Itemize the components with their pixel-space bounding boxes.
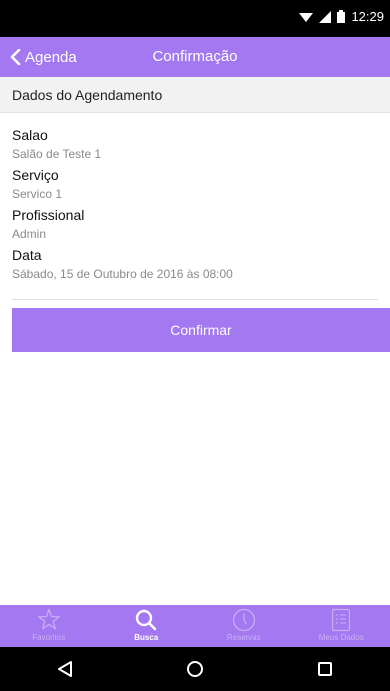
- chevron-left-icon: [10, 49, 21, 65]
- date-value: Sábado, 15 de Outubro de 2016 às 08:00: [12, 267, 233, 281]
- service-label: Serviço: [12, 167, 59, 183]
- square-recents-icon: [318, 662, 332, 676]
- salon-value: Salão de Teste 1: [12, 147, 102, 161]
- battery-icon: [337, 10, 346, 23]
- tab-bar: Favoritos Busca Reservas Meus Dados: [0, 605, 390, 647]
- tab-favoritos[interactable]: Favoritos: [0, 605, 98, 647]
- confirm-button[interactable]: Confirmar: [12, 308, 390, 352]
- app-screen: 12:29 Agenda Confirmação Dados do Agenda…: [0, 0, 390, 691]
- triangle-back-icon: [58, 661, 72, 677]
- circle-home-icon: [187, 661, 203, 677]
- service-value: Servico 1: [12, 187, 63, 201]
- date-label: Data: [12, 247, 42, 263]
- status-bar: 12:29: [0, 0, 390, 37]
- android-nav-bar: [0, 647, 390, 691]
- clock-icon: [232, 608, 255, 632]
- nav-header: Agenda Confirmação: [0, 37, 390, 77]
- professional-value: Admin: [12, 227, 47, 241]
- professional-label: Profissional: [12, 207, 85, 223]
- back-button[interactable]: Agenda: [10, 37, 77, 77]
- tab-label-favoritos: Favoritos: [32, 633, 66, 642]
- tab-reservas[interactable]: Reservas: [195, 605, 293, 647]
- tab-label-busca: Busca: [134, 633, 159, 642]
- tab-meus-dados[interactable]: Meus Dados: [293, 605, 390, 647]
- wifi-icon: [299, 12, 314, 22]
- star-icon: [37, 608, 60, 630]
- status-icons: 12:29: [299, 9, 384, 24]
- tab-busca[interactable]: Busca: [98, 605, 196, 647]
- tab-label-reservas: Reservas: [226, 633, 261, 642]
- appointment-details: Salao Salão de Teste 1 Serviço Servico 1…: [12, 126, 378, 286]
- details-divider: [12, 299, 378, 300]
- status-time: 12:29: [351, 9, 384, 24]
- search-icon: [136, 609, 157, 631]
- android-home-button[interactable]: [165, 647, 225, 691]
- section-header: Dados do Agendamento: [0, 77, 390, 113]
- signal-icon: [319, 10, 332, 23]
- list-icon: [332, 608, 351, 632]
- back-label: Agenda: [25, 48, 77, 66]
- salon-label: Salao: [12, 127, 48, 143]
- android-recents-button[interactable]: [295, 647, 355, 691]
- tab-label-meus-dados: Meus Dados: [318, 633, 364, 642]
- android-back-button[interactable]: [35, 647, 95, 691]
